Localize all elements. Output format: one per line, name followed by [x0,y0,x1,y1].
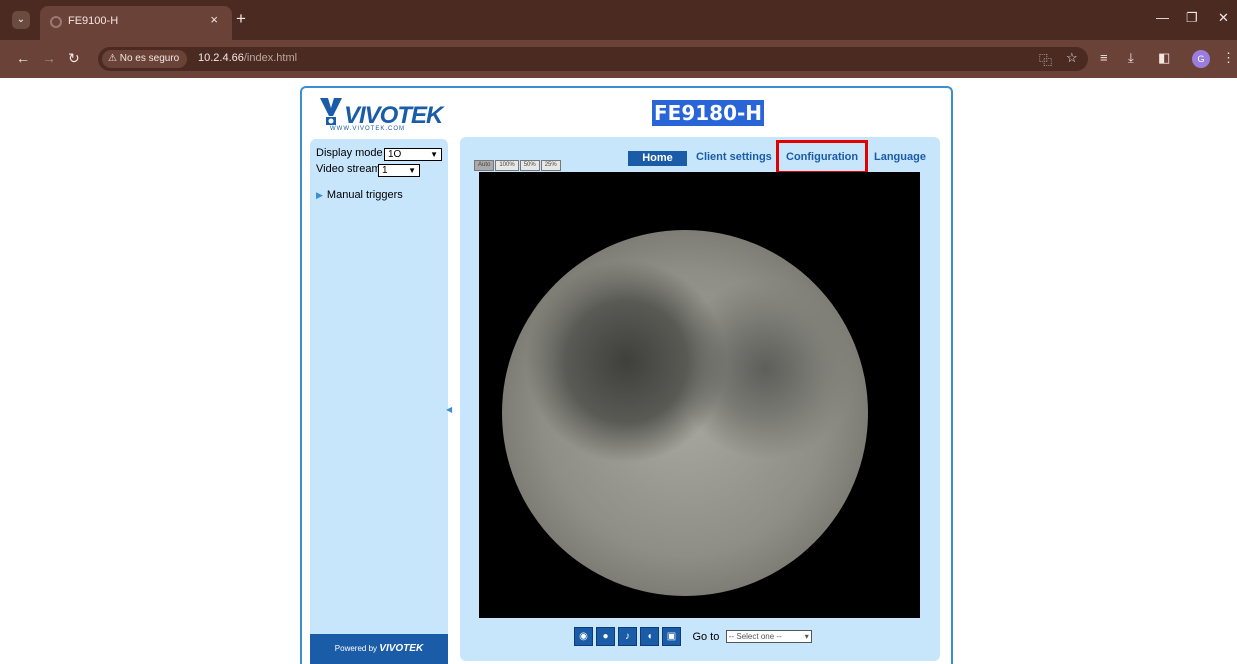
video-stream-label: Video stream [316,163,381,175]
size-100-button[interactable]: 100% [495,160,519,171]
video-stream-value: 1 [382,165,388,176]
back-icon[interactable]: ← [16,50,30,66]
camera-page: VIVOTEK WWW.VIVOTEK.COM FE9180-H Display… [300,86,953,664]
url-host: 10.2.4.66 [198,52,244,64]
nav-client-settings[interactable]: Client settings [696,151,772,163]
security-label: No es seguro [119,53,180,64]
volume-icon[interactable]: ◖ [640,627,659,646]
restore-icon[interactable]: ❐ [1186,10,1198,26]
manual-triggers-link[interactable]: ▶ Manual triggers [316,189,403,201]
new-tab-icon[interactable]: + [236,9,246,29]
snapshot-icon[interactable]: ◉ [574,627,593,646]
minimize-icon[interactable]: — [1156,10,1169,25]
chevron-down-icon: ▾ [804,632,809,641]
nav-language[interactable]: Language [874,151,926,163]
display-mode-select[interactable]: 1O ▼ [384,148,442,161]
download-icon[interactable]: ⤓ [1128,50,1134,66]
translate-icon[interactable]: ⿻ [1039,50,1052,69]
powered-by-banner: Powered by VIVOTEK [310,634,448,664]
browser-tab-bar: ⌄ FE9100-H × + — ❐ ✕ [0,0,1237,40]
logo-subtext: WWW.VIVOTEK.COM [330,126,405,132]
tab-title: FE9100-H [68,15,119,27]
expand-arrow-icon: ▶ [316,190,323,200]
tab-close-icon[interactable]: × [210,12,218,27]
tab-search-icon[interactable]: ⌄ [12,11,30,29]
browser-tab[interactable]: FE9100-H × [40,6,232,40]
display-mode-row: Display mode [316,147,383,159]
size-50-button[interactable]: 50% [519,160,540,171]
video-stream-select[interactable]: 1 ▼ [378,164,420,177]
nav-home[interactable]: Home [628,151,687,166]
record-icon[interactable]: ● [596,627,615,646]
fullscreen-icon[interactable]: ▣ [662,627,681,646]
security-chip[interactable]: ⚠ No es seguro [102,50,188,68]
display-mode-label: Display mode [316,147,383,159]
model-title: FE9180-H [652,100,765,126]
sidebar: Display mode 1O ▼ Video stream 1 ▼ ▶ Manu… [310,139,448,664]
goto-label: Go to [692,630,720,643]
chevron-down-icon: ▼ [430,150,438,159]
video-controls: ◉ ● ♪ ◖ ▣ Go to -- Select one -- ▾ [574,627,812,646]
favicon-icon [50,16,62,28]
media-icon[interactable]: ≡ [1100,50,1108,65]
main-panel: Auto 100% 50% 25% Home Client settings Conf… [460,137,940,661]
logo-mark-icon [320,98,342,125]
size-25-button[interactable]: 25% [540,160,561,171]
goto-placeholder: -- Select one -- [728,632,782,641]
size-auto-button[interactable]: Auto [474,160,495,171]
collapse-sidebar-icon[interactable]: ◀ [446,405,452,414]
view-size-buttons: Auto 100% 50% 25% [474,153,562,171]
close-window-icon[interactable]: ✕ [1218,10,1229,26]
chevron-down-icon: ▼ [408,166,416,175]
powered-brand: VIVOTEK [379,643,424,654]
vivotek-logo: VIVOTEK WWW.VIVOTEK.COM [320,96,443,136]
profile-icon[interactable]: G [1192,50,1210,68]
goto-select[interactable]: -- Select one -- ▾ [725,630,812,643]
video-viewer[interactable] [479,172,920,618]
configuration-highlight-box [776,140,868,174]
menu-icon[interactable]: ⋮ [1222,50,1235,66]
video-stream-row: Video stream [316,163,381,175]
fisheye-image [502,230,868,596]
sidepanel-icon[interactable]: ◧ [1158,50,1170,66]
manual-triggers-label: Manual triggers [326,189,403,201]
url-text[interactable]: 10.2.4.66/index.html [198,52,297,64]
forward-icon[interactable]: → [42,50,56,66]
browser-toolbar: ← → ↻ ⚠ No es seguro 10.2.4.66/index.htm… [0,40,1237,78]
address-bar[interactable]: ⚠ No es seguro 10.2.4.66/index.html [98,47,1088,71]
talk-icon[interactable]: ♪ [618,627,637,646]
powered-by-text: Powered by [334,644,378,653]
url-path: /index.html [243,52,298,64]
display-mode-value: 1O [388,149,402,160]
star-icon[interactable]: ☆ [1066,50,1078,66]
reload-icon[interactable]: ↻ [68,50,80,67]
